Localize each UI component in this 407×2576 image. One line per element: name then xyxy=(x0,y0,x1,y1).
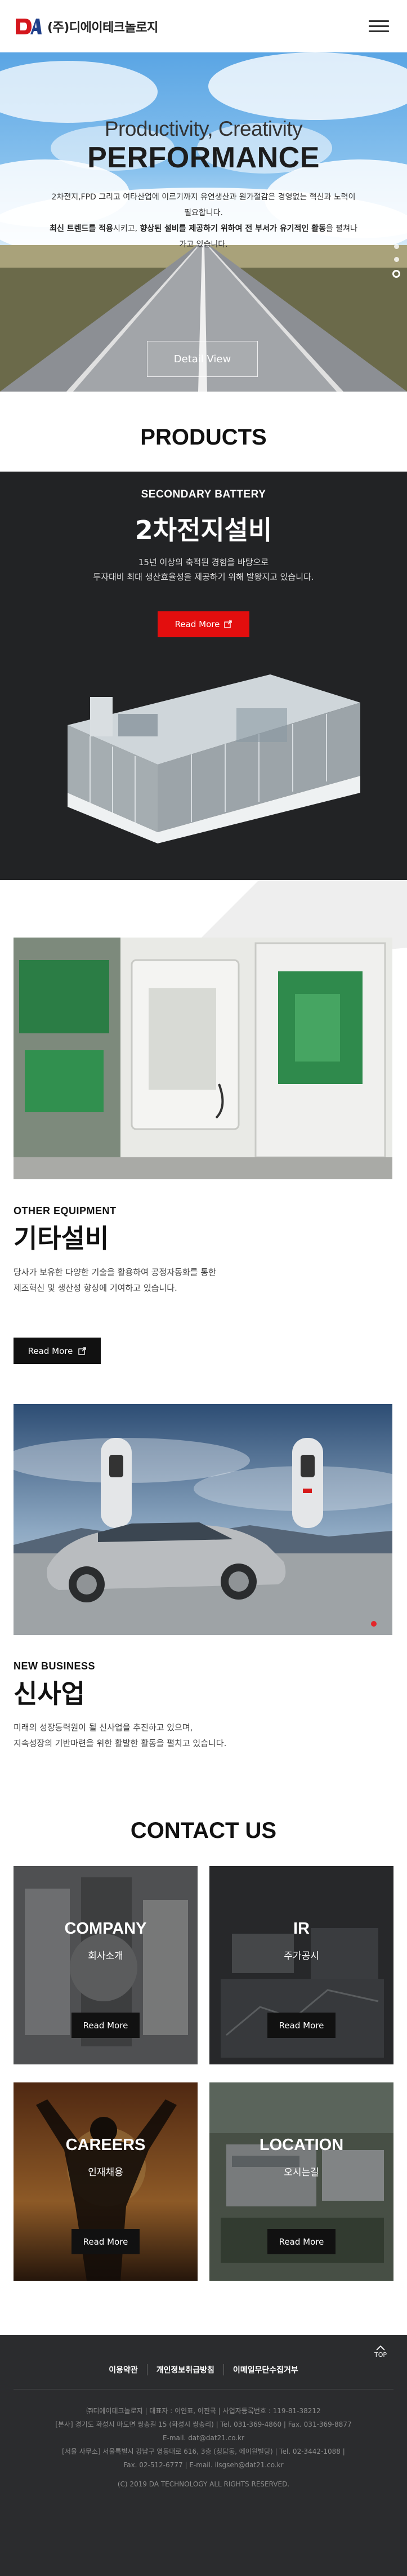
battery-eyebrow: SECONDARY BATTERY xyxy=(141,488,266,500)
card-subtitle: 주가공시 xyxy=(284,1951,319,1962)
ir-card[interactable]: IR 주가공시 Read More xyxy=(209,1866,393,2064)
footer-info-line: [서울 사무소] 서울특별시 강남구 영동대로 616, 3층 (청담동, 에이… xyxy=(62,2448,345,2455)
logo-text: (주)디에이테크놀로지 xyxy=(47,20,158,35)
newbiz-description: 미래의 성장동력원이 될 신사업을 추진하고 있으며, 지속성장의 기반마련을 … xyxy=(14,1720,226,1751)
battery-desc-line: 15년 이상의 축적된 경험을 바탕으로 xyxy=(138,557,269,567)
hero-desc-bold: 향상된 설비를 제공하기 위하여 전 부서가 유기적인 활동 xyxy=(140,224,326,233)
contact-heading: CONTACT US xyxy=(0,1787,407,1866)
hero-title: PERFORMANCE xyxy=(87,141,320,174)
slider-pagination xyxy=(392,244,400,278)
top-label: TOP xyxy=(374,2351,387,2359)
hero-description: 2차전지,FPD 그리고 여타산업에 이르기까지 유연생산과 원가절감은 경영없… xyxy=(29,189,378,252)
button-label: Read More xyxy=(28,1345,73,1356)
other-read-more-button[interactable]: Read More xyxy=(14,1338,101,1364)
footer-info-line: ㈜디에이테크놀로지 | 대표자 : 이연표, 이진국 | 사업자등록번호 : 1… xyxy=(86,2407,321,2415)
location-card[interactable]: LOCATION 오시는길 Read More xyxy=(209,2082,393,2281)
careers-card[interactable]: CAREERS 인재채용 Read More xyxy=(14,2082,198,2281)
logo[interactable]: (주)디에이테크놀로지 xyxy=(14,15,158,38)
footer-info-line: Fax. 02-512-6777 | E-mail. ilsgseh@dat21… xyxy=(123,2461,284,2469)
newbiz-eyebrow: NEW BUSINESS xyxy=(14,1660,96,1672)
other-desc-line: 제조혁신 및 생산성 향상에 기여하고 있습니다. xyxy=(14,1283,177,1293)
hero-subtitle: Productivity, Creativity xyxy=(104,117,303,140)
contact-grid: COMPANY 회사소개 Read More IR 주가공시 Read More xyxy=(0,1866,407,2299)
location-read-more-button[interactable]: Read More xyxy=(267,2229,336,2254)
newbiz-desc-line: 미래의 성장동력원이 될 신사업을 추진하고 있으며, xyxy=(14,1722,193,1733)
slider-dot[interactable] xyxy=(393,257,399,262)
external-link-icon xyxy=(78,1347,87,1355)
footer-info-line: [본사] 경기도 화성시 마도면 쌍송길 15 (화성시 쌍송리) | Tel.… xyxy=(55,2420,352,2428)
footer-link-email-policy[interactable]: 이메일무단수집거부 xyxy=(224,2364,307,2375)
battery-description: 15년 이상의 축적된 경험을 바탕으로 투자대비 최대 생산효율성을 제공하기… xyxy=(0,555,407,584)
other-eyebrow: OTHER EQUIPMENT xyxy=(14,1205,117,1216)
button-label: Read More xyxy=(175,619,220,629)
newbiz-desc-line: 지속성장의 기반마련을 위한 활발한 활동을 펼치고 있습니다. xyxy=(14,1738,227,1748)
products-heading: PRODUCTS xyxy=(140,424,267,450)
card-title: IR xyxy=(293,1920,310,1938)
new-business-section: NEW BUSINESS 신사업 미래의 성장동력원이 될 신사업을 추진하고 … xyxy=(0,1404,407,1787)
logo-mark-icon xyxy=(14,15,42,38)
battery-read-more-button[interactable]: Read More xyxy=(158,611,249,637)
other-title: 기타설비 xyxy=(14,1223,109,1254)
menu-icon[interactable] xyxy=(369,14,393,39)
hero-desc-line: 필요합니다. xyxy=(184,208,223,217)
external-link-icon xyxy=(224,620,232,628)
card-title: CAREERS xyxy=(65,2136,146,2154)
back-to-top-button[interactable]: TOP xyxy=(368,2335,393,2368)
site-header: (주)디에이테크놀로지 xyxy=(0,0,407,52)
company-card[interactable]: COMPANY 회사소개 Read More xyxy=(14,1866,198,2064)
card-title: LOCATION xyxy=(259,2136,344,2154)
hero-desc-line: 시키고, xyxy=(113,224,140,233)
newbiz-title: 신사업 xyxy=(14,1678,85,1709)
other-description: 당사가 보유한 다양한 기술을 활용하여 공정자동화를 통한 제조혁신 및 생산… xyxy=(14,1264,216,1296)
careers-read-more-button[interactable]: Read More xyxy=(71,2229,140,2254)
hero-banner: Productivity, Creativity PERFORMANCE 2차전… xyxy=(0,52,407,392)
footer-divider xyxy=(14,2389,393,2390)
other-desc-line: 당사가 보유한 다양한 기술을 활용하여 공정자동화를 통한 xyxy=(14,1267,216,1277)
battery-title: 2차전지설비 xyxy=(135,515,272,545)
footer-company-info: ㈜디에이테크놀로지 | 대표자 : 이연표, 이진국 | 사업자등록번호 : 1… xyxy=(0,2404,407,2491)
new-business-image xyxy=(14,1404,392,1635)
secondary-battery-section: SECONDARY BATTERY 2차전지설비 15년 이상의 축적된 경험을… xyxy=(0,472,407,880)
card-subtitle: 인재채용 xyxy=(88,2167,123,2178)
footer-links: 이용약관 개인정보취급방침 이메일무단수집거부 xyxy=(0,2364,407,2375)
detail-view-button[interactable]: Detail View xyxy=(147,341,258,377)
battery-desc-line: 투자대비 최대 생산효율성을 제공하기 위해 발왕지고 있습니다. xyxy=(93,572,314,582)
footer-info-line: E-mail. dat@dat21.co.kr xyxy=(162,2434,245,2442)
slider-dot-active[interactable] xyxy=(392,270,400,278)
footer-link-terms[interactable]: 이용약관 xyxy=(100,2364,147,2375)
chevron-up-icon xyxy=(376,2345,385,2351)
card-subtitle: 회사소개 xyxy=(88,1951,123,1962)
other-equipment-image xyxy=(14,938,392,1179)
hero-desc-bold: 최신 트렌드를 적용 xyxy=(50,224,113,233)
battery-machine-image xyxy=(68,674,360,843)
site-footer: TOP 이용약관 개인정보취급방침 이메일무단수집거부 ㈜디에이테크놀로지 | … xyxy=(0,2335,407,2576)
card-title: COMPANY xyxy=(64,1920,147,1938)
hero-desc-line: 2차전지,FPD 그리고 여타산업에 이르기까지 유연생산과 원가절감은 경영없… xyxy=(51,193,356,202)
card-subtitle: 오시는길 xyxy=(284,2167,319,2178)
footer-copyright: (C) 2019 DA TECHNOLOGY ALL RIGHTS RESERV… xyxy=(117,2480,290,2488)
slider-dot[interactable] xyxy=(393,244,399,249)
hero-desc-line: 을 펼쳐나 xyxy=(325,224,357,233)
other-equipment-section: OTHER EQUIPMENT 기타설비 당사가 보유한 다양한 기술을 활용하… xyxy=(0,880,407,1404)
ir-read-more-button[interactable]: Read More xyxy=(267,2013,336,2038)
company-read-more-button[interactable]: Read More xyxy=(71,2013,140,2038)
hero-desc-line: 가고 있습니다. xyxy=(179,240,228,249)
footer-link-privacy[interactable]: 개인정보취급방침 xyxy=(147,2364,224,2375)
